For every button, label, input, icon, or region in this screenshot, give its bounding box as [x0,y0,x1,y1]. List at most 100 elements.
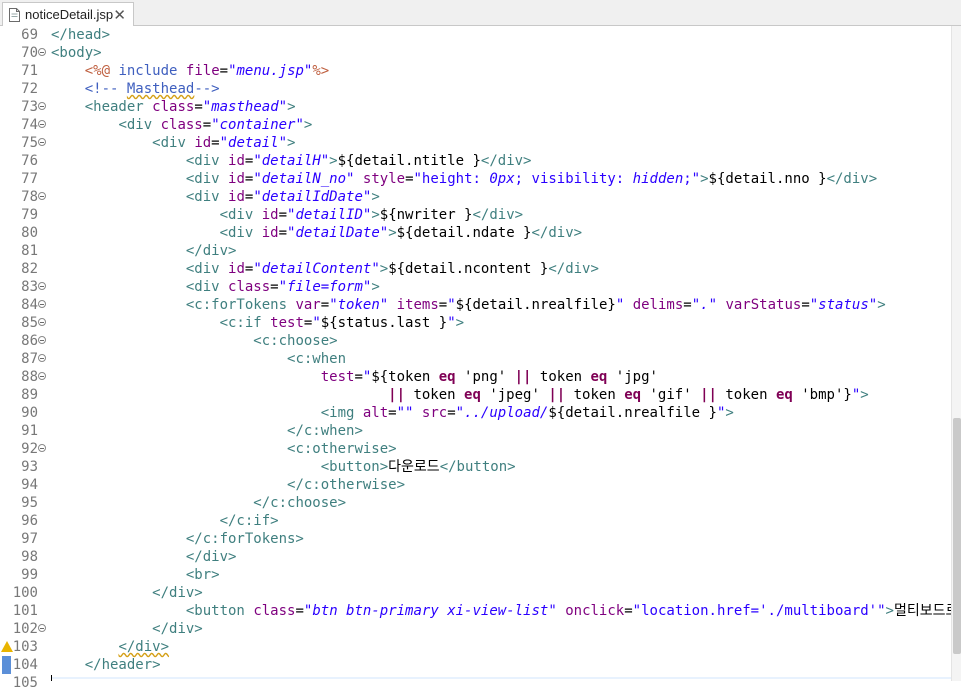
fold-collapse-icon[interactable] [38,282,46,290]
code-text: <div id="detailH">${detail.ntitle }</div… [185,153,532,169]
line-number: 97 [21,531,38,547]
code-text: </c:when> [287,423,363,439]
line-number: 87 [21,351,38,367]
code-text: || token eq 'jpeg' || token eq 'gif' || … [388,387,869,403]
code-text: <br> [185,567,220,583]
code-text: </c:choose> [253,495,347,511]
code-text: <img alt="" src="../upload/${detail.nrea… [320,405,734,421]
code-text: <button class="btn btn-primary xi-view-l… [185,603,961,619]
code-text: </c:if> [219,513,279,529]
line-number: 70 [21,45,38,61]
line-number: 83 [21,279,38,295]
code-line[interactable]: 86 <c:choose> [0,332,951,350]
line-number: 72 [21,81,38,97]
code-text: <c:when [287,351,347,367]
fold-collapse-icon[interactable] [38,336,46,344]
line-number: 90 [21,405,38,421]
code-line[interactable]: 79 <div id="detailID">${nwriter }</div> [0,206,951,224]
tab-noticedetail[interactable]: noticeDetail.jsp ✕ [2,2,134,26]
code-line[interactable]: 101 <button class="btn btn-primary xi-vi… [0,602,961,620]
fold-collapse-icon[interactable] [38,300,46,308]
fold-collapse-icon[interactable] [38,102,46,110]
code-line[interactable]: 89 || token eq 'jpeg' || token eq 'gif' … [0,386,951,404]
line-number: 80 [21,225,38,241]
scrollbar-thumb[interactable] [953,418,961,654]
code-line[interactable]: 99 <br> [0,566,951,584]
code-line[interactable]: 85 <c:if test="${status.last }"> [0,314,951,332]
code-line[interactable]: 104 </header> [0,656,951,674]
fold-collapse-icon[interactable] [38,192,46,200]
code-line[interactable]: 84 <c:forTokens var="token" items="${det… [0,296,951,314]
code-line[interactable]: 95 </c:choose> [0,494,951,512]
vertical-scrollbar[interactable] [951,26,961,681]
line-number: 73 [21,99,38,115]
fold-collapse-icon[interactable] [38,120,46,128]
tab-label: noticeDetail.jsp [25,7,114,22]
fold-collapse-icon[interactable] [38,372,46,380]
code-line[interactable]: 91 </c:when> [0,422,951,440]
code-line[interactable]: 74 <div class="container"> [0,116,951,134]
code-line[interactable]: 93 <button>다운로드</button> [0,458,951,476]
code-line[interactable]: 70 <body> [0,44,951,62]
close-icon[interactable]: ✕ [113,6,126,24]
line-number: 84 [21,297,38,313]
line-number: 98 [21,549,38,565]
line-number: 75 [21,135,38,151]
line-number: 105 [12,675,38,691]
line-number: 82 [21,261,38,277]
line-number: 101 [12,603,38,619]
code-line[interactable]: 92 <c:otherwise> [0,440,951,458]
code-text: test="${token eq 'png' || token eq 'jpg' [320,369,658,385]
line-number: 88 [21,369,38,385]
code-line[interactable]: 71 <%@ include file="menu.jsp"%> [0,62,951,80]
code-text: </div> [152,585,203,601]
code-line[interactable]: 80 <div id="detailDate">${detail.ndate }… [0,224,951,242]
code-text: <c:otherwise> [287,441,397,457]
code-line[interactable]: 90 <img alt="" src="../upload/${detail.n… [0,404,951,422]
code-text: <div id="detailID">${nwriter }</div> [219,207,524,223]
code-line[interactable]: 102 </div> [0,620,951,638]
line-number: 85 [21,315,38,331]
fold-collapse-icon[interactable] [38,48,46,56]
code-editor[interactable]: 69 </head> 70 <body> 71 <%@ include file="me… [0,26,961,691]
fold-collapse-icon[interactable] [38,444,46,452]
code-line[interactable]: 82 <div id="detailContent">${detail.ncon… [0,260,951,278]
code-line[interactable]: 83 <div class="file=form"> [0,278,951,296]
code-line[interactable]: 96 </c:if> [0,512,951,530]
code-line[interactable]: 105 [0,674,951,692]
code-line[interactable]: 75 <div id="detail"> [0,134,951,152]
code-text: <div id="detailN_no" style="height: 0px;… [185,171,878,187]
fold-collapse-icon[interactable] [38,318,46,326]
code-line[interactable]: 72 <!-- Masthead--> [0,80,951,98]
code-text: </head> [51,27,111,43]
code-line[interactable]: 100 </div> [0,584,951,602]
code-line[interactable]: 77 <div id="detailN_no" style="height: 0… [0,170,951,188]
code-line[interactable]: 87 <c:when [0,350,951,368]
code-text: <div class="file=form"> [185,279,380,295]
code-line[interactable]: 88 test="${token eq 'png' || token eq 'j… [0,368,951,386]
code-line[interactable]: 94 </c:otherwise> [0,476,951,494]
code-line[interactable]: 103 </div> [0,638,951,656]
code-text: </c:otherwise> [287,477,406,493]
line-number: 94 [21,477,38,493]
code-text: <c:forTokens var="token" items="${detail… [185,297,886,313]
code-line[interactable]: 78 <div id="detailIdDate"> [0,188,951,206]
line-number: 71 [21,63,38,79]
code-line[interactable]: 76 <div id="detailH">${detail.ntitle }</… [0,152,951,170]
line-number: 69 [21,27,38,43]
line-number: 92 [21,441,38,457]
code-text: </header> [84,657,161,673]
code-line[interactable]: 81 </div> [0,242,951,260]
fold-collapse-icon[interactable] [38,624,46,632]
line-number: 77 [21,171,38,187]
code-text: <button>다운로드</button> [320,459,516,475]
code-text: <%@ include file="menu.jsp"%> [84,63,330,79]
code-text: </div> [185,549,237,565]
code-line[interactable]: 73 <header class="masthead"> [0,98,951,116]
code-text: <body> [51,45,102,61]
code-line[interactable]: 98 </div> [0,548,951,566]
fold-collapse-icon[interactable] [38,354,46,362]
code-line[interactable]: 97 </c:forTokens> [0,530,951,548]
fold-collapse-icon[interactable] [38,138,46,146]
code-line[interactable]: 69 </head> [0,26,951,44]
